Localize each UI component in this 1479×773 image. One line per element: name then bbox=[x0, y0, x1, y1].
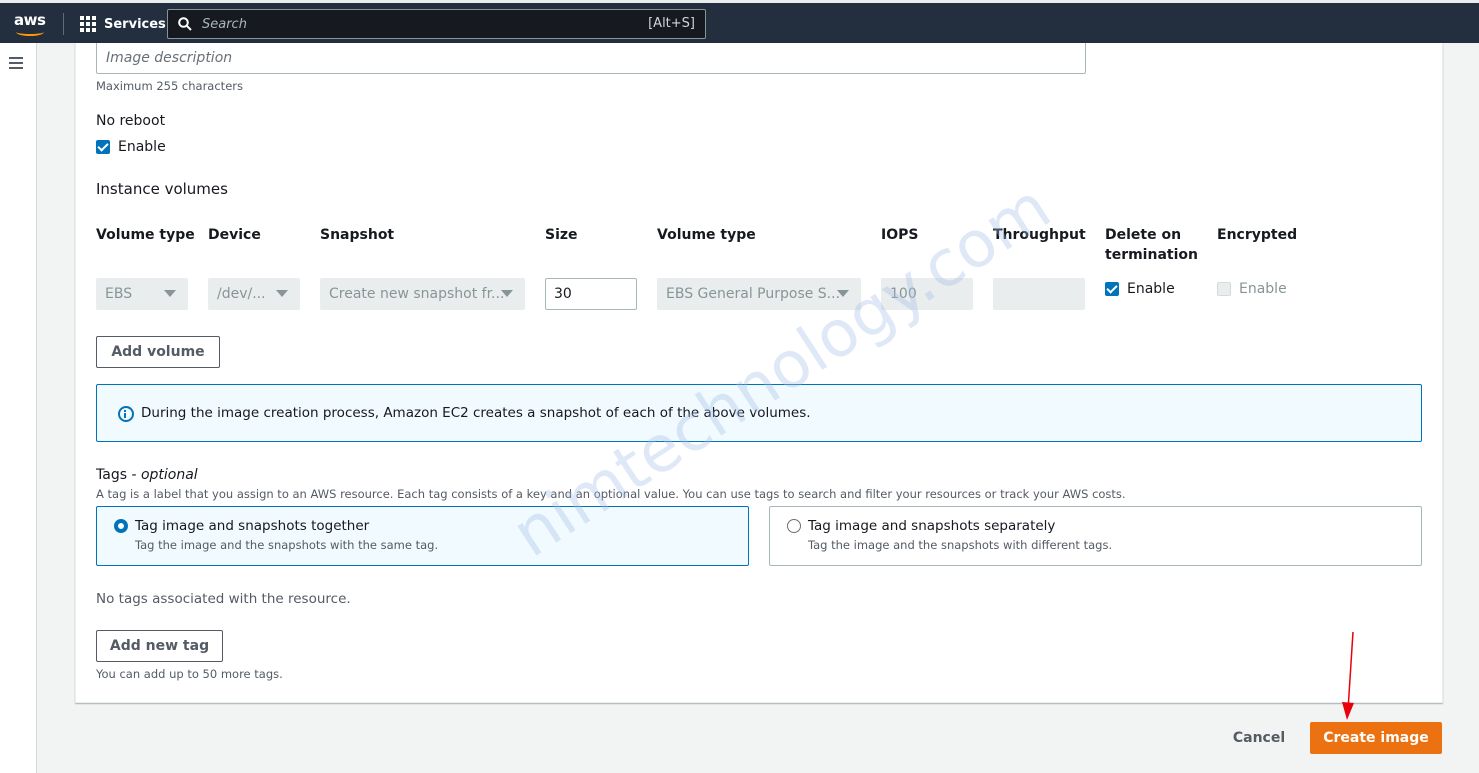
no-tags-text: No tags associated with the resource. bbox=[96, 591, 351, 607]
ebs-volume-type-value: EBS General Purpose S... bbox=[666, 286, 841, 302]
grid-icon bbox=[80, 16, 96, 32]
delete-on-termination-checkbox[interactable] bbox=[1105, 282, 1119, 296]
column-header-ebs-volume-type: Volume type bbox=[657, 227, 756, 243]
no-reboot-label: No reboot bbox=[96, 113, 166, 129]
search-input[interactable] bbox=[202, 14, 622, 34]
column-header-delete-on-termination: Delete on termination bbox=[1105, 227, 1198, 263]
search-box[interactable]: [Alt+S] bbox=[167, 9, 706, 39]
add-volume-button[interactable]: Add volume bbox=[96, 336, 220, 368]
info-icon bbox=[118, 406, 134, 422]
no-reboot-checkbox[interactable] bbox=[96, 140, 110, 154]
no-reboot-enable-label: Enable bbox=[118, 139, 166, 155]
aws-logo[interactable]: aws bbox=[14, 11, 46, 37]
caret-down-icon bbox=[164, 290, 176, 297]
tags-limit-hint: You can add up to 50 more tags. bbox=[96, 667, 283, 681]
menu-hamburger-icon[interactable] bbox=[9, 57, 23, 69]
services-label: Services bbox=[104, 16, 166, 32]
encrypted-enable-label: Enable bbox=[1239, 281, 1287, 297]
device-select[interactable]: /dev/... bbox=[208, 278, 300, 310]
column-header-volume-type: Volume type bbox=[96, 227, 195, 243]
search-icon bbox=[178, 17, 192, 31]
top-navigation-bar: aws Services [Alt+S] bbox=[0, 0, 1479, 43]
encrypted-checkbox[interactable] bbox=[1217, 282, 1231, 296]
column-header-iops: IOPS bbox=[881, 227, 919, 243]
column-header-device: Device bbox=[208, 227, 261, 243]
image-description-input[interactable] bbox=[96, 43, 1086, 74]
iops-value: 100 bbox=[890, 286, 917, 302]
description-hint: Maximum 255 characters bbox=[96, 79, 243, 93]
column-header-size: Size bbox=[545, 227, 578, 243]
tags-title: Tags - optional bbox=[96, 467, 198, 483]
column-header-encrypted: Encrypted bbox=[1217, 227, 1298, 243]
tags-description: A tag is a label that you assign to an A… bbox=[96, 487, 1126, 501]
snapshot-value: Create new snapshot fr... bbox=[329, 286, 505, 302]
tag-together-description: Tag the image and the snapshots with the… bbox=[135, 538, 439, 552]
device-value: /dev/... bbox=[217, 286, 266, 302]
column-header-snapshot: Snapshot bbox=[320, 227, 395, 243]
column-header-throughput: Throughput bbox=[993, 227, 1086, 243]
tags-optional-text: optional bbox=[140, 467, 198, 483]
annotation-arrow-icon bbox=[1342, 631, 1354, 720]
side-navigation-rail bbox=[0, 43, 37, 773]
search-shortcut-hint: [Alt+S] bbox=[648, 16, 695, 31]
throughput-input[interactable] bbox=[993, 278, 1085, 310]
tag-together-title: Tag image and snapshots together bbox=[135, 518, 370, 534]
add-new-tag-button[interactable]: Add new tag bbox=[96, 630, 223, 662]
tag-together-option[interactable]: Tag image and snapshots together Tag the… bbox=[96, 506, 749, 566]
aws-smile-icon bbox=[16, 28, 44, 36]
tag-separately-radio[interactable] bbox=[787, 519, 801, 533]
tag-separately-title: Tag image and snapshots separately bbox=[808, 518, 1056, 534]
iops-input[interactable]: 100 bbox=[881, 278, 973, 310]
ebs-volume-type-select[interactable]: EBS General Purpose S... bbox=[657, 278, 861, 310]
tags-title-text: Tags - bbox=[96, 467, 137, 483]
volume-type-value: EBS bbox=[105, 286, 133, 302]
volume-size-input[interactable] bbox=[545, 278, 637, 310]
caret-down-icon bbox=[276, 290, 288, 297]
services-menu-button[interactable]: Services bbox=[80, 13, 166, 35]
caret-down-icon bbox=[501, 290, 513, 297]
volume-type-select[interactable]: EBS bbox=[96, 278, 188, 310]
nav-divider bbox=[63, 13, 64, 35]
snapshot-select[interactable]: Create new snapshot fr... bbox=[320, 278, 525, 310]
tag-separately-description: Tag the image and the snapshots with dif… bbox=[808, 538, 1113, 552]
caret-down-icon bbox=[837, 290, 849, 297]
delete-on-termination-enable-label: Enable bbox=[1127, 281, 1175, 297]
create-image-button[interactable]: Create image bbox=[1310, 722, 1442, 754]
info-alert: During the image creation process, Amazo… bbox=[96, 384, 1422, 442]
tag-separately-option[interactable]: Tag image and snapshots separately Tag t… bbox=[769, 506, 1422, 566]
info-alert-text: During the image creation process, Amazo… bbox=[141, 405, 811, 421]
cancel-button[interactable]: Cancel bbox=[1224, 722, 1294, 754]
instance-volumes-title: Instance volumes bbox=[96, 180, 228, 198]
tag-together-radio[interactable] bbox=[114, 519, 128, 533]
aws-logo-text: aws bbox=[14, 11, 46, 29]
